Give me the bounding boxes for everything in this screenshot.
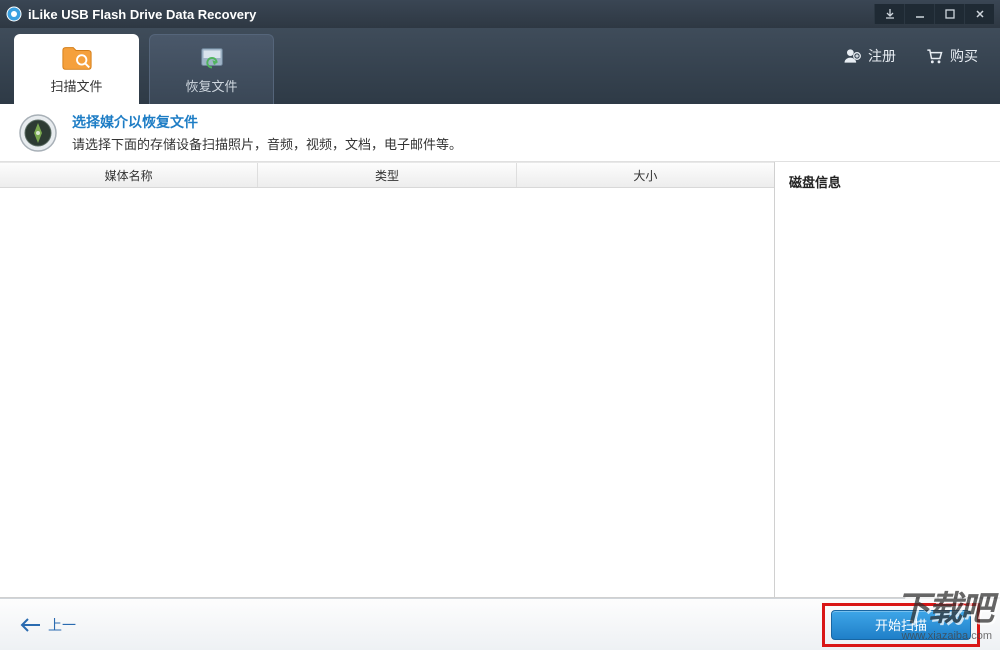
minimize-button[interactable] xyxy=(904,4,934,24)
column-size[interactable]: 大小 xyxy=(517,163,774,187)
shopping-cart-icon xyxy=(924,46,944,66)
scan-label: 开始扫描 xyxy=(875,615,927,634)
info-banner: 选择媒介以恢复文件 请选择下面的存储设备扫描照片，音频，视频，文档，电子邮件等。 xyxy=(0,104,1000,162)
titlebar: iLike USB Flash Drive Data Recovery xyxy=(0,0,1000,28)
main-content: 媒体名称 类型 大小 磁盘信息 xyxy=(0,162,1000,598)
buy-label: 购买 xyxy=(950,46,978,66)
footer-bar: 上一 开始扫描 xyxy=(0,598,1000,650)
folder-scan-icon xyxy=(61,44,93,72)
download-updates-button[interactable] xyxy=(874,4,904,24)
tab-recover-files[interactable]: 恢复文件 xyxy=(149,34,274,104)
back-label: 上一 xyxy=(48,615,76,635)
register-button[interactable]: 注册 xyxy=(842,46,896,66)
window-controls xyxy=(874,4,994,24)
buy-button[interactable]: 购买 xyxy=(924,46,978,66)
user-plus-icon xyxy=(842,46,862,66)
banner-description: 请选择下面的存储设备扫描照片，音频，视频，文档，电子邮件等。 xyxy=(72,134,462,153)
table-header: 媒体名称 类型 大小 xyxy=(0,162,774,188)
start-scan-button[interactable]: 开始扫描 xyxy=(831,610,971,640)
maximize-button[interactable] xyxy=(934,4,964,24)
media-table: 媒体名称 类型 大小 xyxy=(0,162,775,597)
tab-scan-files[interactable]: 扫描文件 xyxy=(14,34,139,104)
header-toolbar: 扫描文件 恢复文件 注册 购买 xyxy=(0,28,1000,104)
column-type[interactable]: 类型 xyxy=(258,163,516,187)
banner-title: 选择媒介以恢复文件 xyxy=(72,112,462,132)
back-button[interactable]: 上一 xyxy=(20,615,76,635)
disk-info-panel: 磁盘信息 xyxy=(775,162,1000,597)
app-icon xyxy=(6,6,22,22)
window-title: iLike USB Flash Drive Data Recovery xyxy=(28,7,874,22)
header-actions: 注册 购买 xyxy=(842,46,978,66)
tab-label: 扫描文件 xyxy=(50,76,102,95)
tab-strip: 扫描文件 恢复文件 xyxy=(14,34,274,104)
compass-icon xyxy=(18,113,58,153)
drive-recover-icon xyxy=(196,44,228,72)
banner-text: 选择媒介以恢复文件 请选择下面的存储设备扫描照片，音频，视频，文档，电子邮件等。 xyxy=(72,112,462,153)
register-label: 注册 xyxy=(868,46,896,66)
column-media-name[interactable]: 媒体名称 xyxy=(0,163,258,187)
tab-label: 恢复文件 xyxy=(185,76,237,95)
scan-highlight-box: 开始扫描 xyxy=(822,603,980,647)
disk-info-title: 磁盘信息 xyxy=(789,172,986,191)
close-button[interactable] xyxy=(964,4,994,24)
arrow-left-icon xyxy=(20,618,42,632)
